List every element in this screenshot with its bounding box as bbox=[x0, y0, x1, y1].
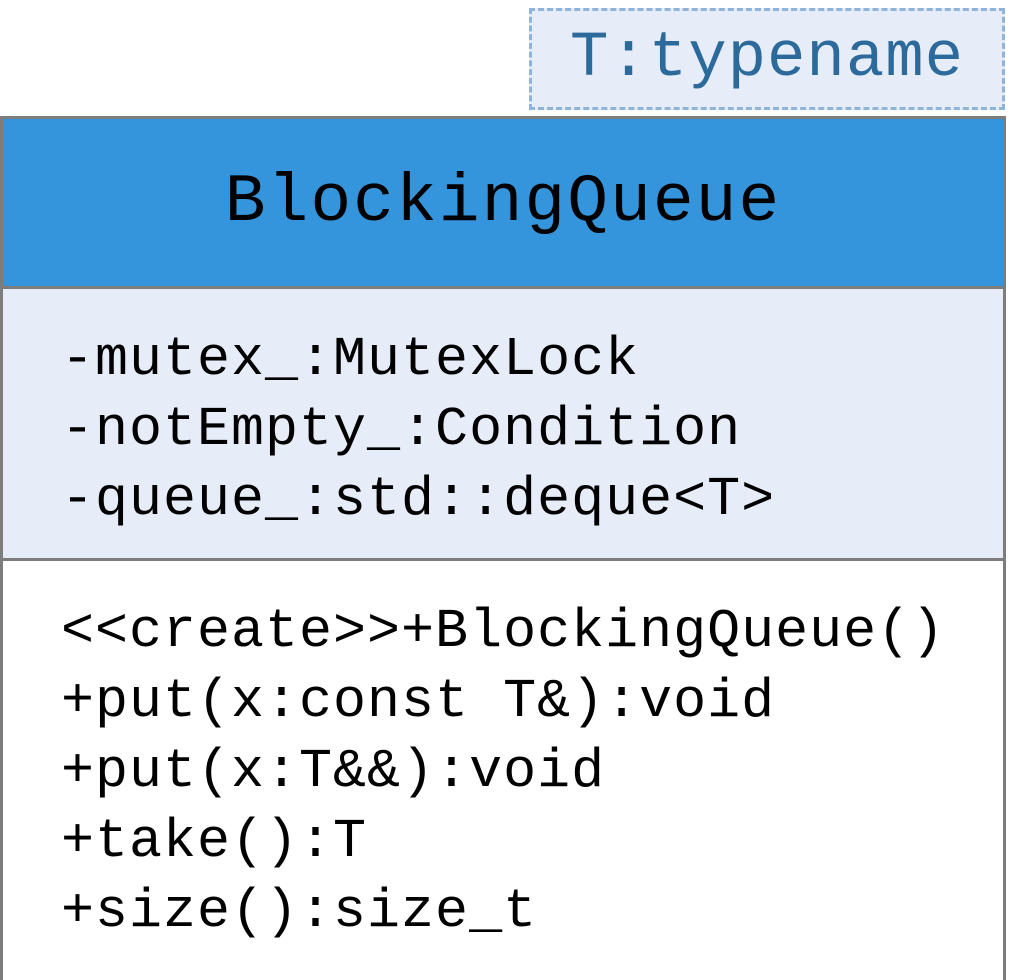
operation-put-const-ref: +put(x:const T&):void bbox=[61, 670, 776, 733]
operations-compartment: <<create>>+BlockingQueue() +put(x:const … bbox=[3, 561, 1003, 947]
attribute-not-empty: -notEmpty_:Condition bbox=[61, 398, 742, 461]
template-parameter-label: T:typename bbox=[569, 23, 965, 95]
attribute-queue: -queue_:std::deque<T> bbox=[61, 468, 776, 531]
attribute-mutex: -mutex_:MutexLock bbox=[61, 328, 640, 391]
class-name: BlockingQueue bbox=[224, 164, 782, 241]
operation-put-rvalue: +put(x:T&&):void bbox=[61, 740, 606, 803]
uml-class-box: BlockingQueue -mutex_:MutexLock -notEmpt… bbox=[0, 116, 1006, 980]
operation-constructor: <<create>>+BlockingQueue() bbox=[61, 600, 946, 663]
operation-size: +size():size_t bbox=[61, 880, 538, 943]
attributes-compartment: -mutex_:MutexLock -notEmpty_:Condition -… bbox=[3, 289, 1003, 561]
template-parameter-box: T:typename bbox=[529, 8, 1005, 110]
operation-take: +take():T bbox=[61, 810, 368, 873]
class-name-compartment: BlockingQueue bbox=[3, 119, 1003, 289]
